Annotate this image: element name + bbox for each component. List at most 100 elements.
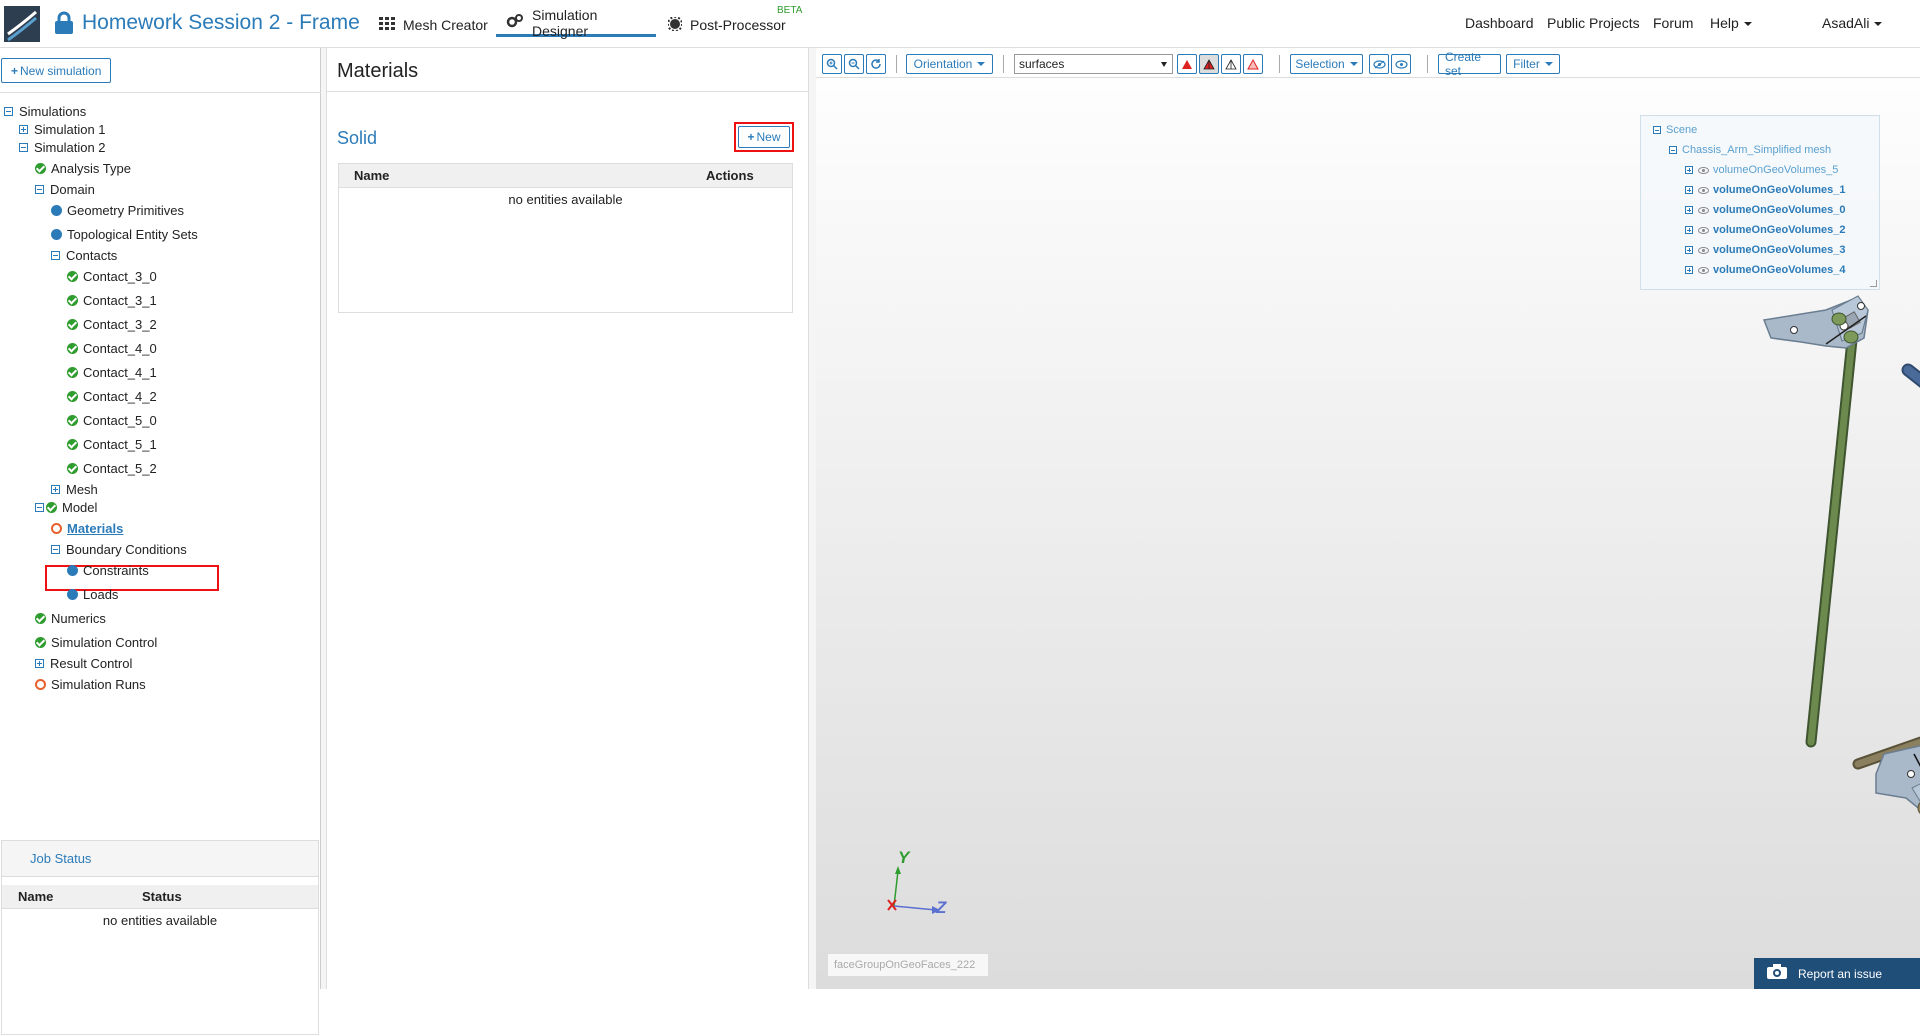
new-material-button[interactable]: + New bbox=[738, 126, 790, 148]
eye-icon[interactable] bbox=[1698, 186, 1709, 194]
tree-contact-item[interactable]: Contact_3_0 bbox=[67, 266, 157, 286]
gears-icon bbox=[506, 13, 524, 32]
expand-icon[interactable] bbox=[1685, 266, 1693, 274]
scene-root[interactable]: Scene bbox=[1653, 124, 1697, 136]
tree-boundary-conditions[interactable]: Boundary Conditions bbox=[51, 539, 187, 559]
collapse-icon[interactable] bbox=[1669, 146, 1677, 154]
collapse-icon[interactable] bbox=[51, 250, 60, 260]
tree-numerics[interactable]: Numerics bbox=[35, 608, 106, 628]
tree-model[interactable]: Model bbox=[35, 497, 97, 517]
tree-contact-item[interactable]: Contact_3_2 bbox=[67, 314, 157, 334]
col-name: Name bbox=[18, 889, 54, 904]
tree-label: Contact_3_2 bbox=[83, 316, 157, 332]
expand-icon[interactable] bbox=[35, 658, 44, 668]
divider bbox=[0, 92, 321, 93]
help-label: Help bbox=[1710, 15, 1739, 31]
3d-viewer[interactable]: Orientation surfaces Selection Create se… bbox=[816, 48, 1920, 989]
tree-simulations[interactable]: Simulations bbox=[4, 101, 86, 121]
scene-tree: Scene Chassis_Arm_Simplified mesh volume… bbox=[1640, 115, 1880, 290]
help-menu[interactable]: Help bbox=[1710, 15, 1752, 31]
plus-icon: + bbox=[11, 63, 19, 78]
tree-materials[interactable]: Materials bbox=[51, 518, 123, 538]
collapse-icon[interactable] bbox=[51, 544, 60, 554]
tree-mesh[interactable]: Mesh bbox=[51, 479, 98, 499]
expand-icon[interactable] bbox=[1685, 166, 1693, 174]
panel-splitter[interactable] bbox=[808, 48, 816, 989]
tree-label: Mesh bbox=[66, 481, 98, 497]
scene-volume[interactable]: volumeOnGeoVolumes_0 bbox=[1685, 204, 1845, 216]
eye-icon[interactable] bbox=[1698, 226, 1709, 234]
user-menu[interactable]: AsadAli bbox=[1822, 15, 1883, 31]
expand-icon[interactable] bbox=[1685, 246, 1693, 254]
report-issue-button[interactable]: Report an issue bbox=[1754, 958, 1920, 989]
tab-simulation-designer[interactable]: Simulation Designer bbox=[496, 7, 656, 39]
status-dot-icon bbox=[67, 564, 78, 576]
collapse-icon[interactable] bbox=[1653, 126, 1661, 134]
eye-icon[interactable] bbox=[1698, 266, 1709, 274]
tree-label: Contact_3_0 bbox=[83, 268, 157, 284]
scene-mesh[interactable]: Chassis_Arm_Simplified mesh bbox=[1669, 144, 1831, 156]
scene-volume[interactable]: volumeOnGeoVolumes_4 bbox=[1685, 264, 1845, 276]
tree-contact-item[interactable]: Contact_5_0 bbox=[67, 410, 157, 430]
top-navbar: Homework Session 2 - Frame Mesh Creator … bbox=[0, 0, 1920, 48]
expand-icon[interactable] bbox=[1685, 206, 1693, 214]
eye-icon[interactable] bbox=[1698, 166, 1709, 174]
tree-simulation-control[interactable]: Simulation Control bbox=[35, 632, 157, 652]
table-empty: no entities available bbox=[508, 192, 623, 207]
scene-label: volumeOnGeoVolumes_1 bbox=[1713, 184, 1846, 196]
tree-contact-item[interactable]: Contact_4_0 bbox=[67, 338, 157, 358]
plus-icon: + bbox=[747, 130, 755, 144]
tree-contact-item[interactable]: Contact_5_2 bbox=[67, 458, 157, 478]
tree-constraints[interactable]: Constraints bbox=[67, 560, 149, 580]
tree-analysis-type[interactable]: Analysis Type bbox=[35, 158, 131, 178]
tree-simulation-2[interactable]: Simulation 2 bbox=[19, 137, 106, 157]
tree-label: Model bbox=[62, 499, 98, 515]
resize-handle[interactable] bbox=[1870, 280, 1877, 287]
eye-icon[interactable] bbox=[1698, 206, 1709, 214]
forum-link[interactable]: Forum bbox=[1653, 15, 1693, 31]
tree-label: Materials bbox=[67, 520, 124, 536]
status-dot-icon bbox=[51, 204, 62, 216]
project-title: Homework Session 2 - Frame bbox=[82, 11, 360, 34]
tree-contact-item[interactable]: Contact_5_1 bbox=[67, 434, 157, 454]
tab-label: Simulation Designer bbox=[532, 6, 598, 39]
dashboard-link[interactable]: Dashboard bbox=[1465, 15, 1534, 31]
tab-post-processor[interactable]: Post-Processor bbox=[667, 14, 786, 36]
tree-domain[interactable]: Domain bbox=[35, 179, 95, 199]
scene-volume[interactable]: volumeOnGeoVolumes_2 bbox=[1685, 224, 1845, 236]
tree-contact-item[interactable]: Contact_4_2 bbox=[67, 386, 157, 406]
simscale-logo[interactable] bbox=[4, 6, 42, 44]
tree-loads[interactable]: Loads bbox=[67, 584, 118, 604]
collapse-icon[interactable] bbox=[35, 502, 44, 512]
tree-contact-item[interactable]: Contact_3_1 bbox=[67, 290, 157, 310]
tab-mesh-creator[interactable]: Mesh Creator bbox=[379, 14, 488, 36]
tree-label: Simulation Runs bbox=[51, 676, 146, 692]
job-table-header: Name Status bbox=[2, 885, 318, 909]
tree-contact-item[interactable]: Contact_4_1 bbox=[67, 362, 157, 382]
tree-contacts[interactable]: Contacts bbox=[51, 245, 117, 265]
expand-icon[interactable] bbox=[1685, 226, 1693, 234]
collapse-icon[interactable] bbox=[19, 142, 28, 152]
scene-volume[interactable]: volumeOnGeoVolumes_3 bbox=[1685, 244, 1845, 256]
collapse-icon[interactable] bbox=[35, 184, 44, 194]
expand-icon[interactable] bbox=[51, 484, 60, 494]
collapse-icon[interactable] bbox=[4, 106, 13, 116]
tree-topological-entity-sets[interactable]: Topological Entity Sets bbox=[51, 224, 198, 244]
scene-volume[interactable]: volumeOnGeoVolumes_5 bbox=[1685, 164, 1838, 176]
public-projects-link[interactable]: Public Projects bbox=[1547, 15, 1640, 31]
tree-simulation-runs[interactable]: Simulation Runs bbox=[35, 674, 146, 694]
tree-result-control[interactable]: Result Control bbox=[35, 653, 132, 673]
tree-simulation-1[interactable]: Simulation 1 bbox=[19, 119, 106, 139]
new-simulation-button[interactable]: + New simulation bbox=[1, 58, 112, 83]
scene-label: volumeOnGeoVolumes_5 bbox=[1713, 164, 1839, 176]
scene-label: volumeOnGeoVolumes_4 bbox=[1713, 264, 1846, 276]
tree-geometry-primitives[interactable]: Geometry Primitives bbox=[51, 200, 184, 220]
eye-icon[interactable] bbox=[1698, 246, 1709, 254]
section-title: Solid bbox=[337, 128, 378, 148]
scene-volume[interactable]: volumeOnGeoVolumes_1 bbox=[1685, 184, 1845, 196]
expand-icon[interactable] bbox=[1685, 186, 1693, 194]
tree-label: Simulations bbox=[19, 103, 87, 119]
tab-label: Post-Processor bbox=[690, 17, 786, 33]
expand-icon[interactable] bbox=[19, 124, 28, 134]
scene-label: Scene bbox=[1666, 124, 1698, 136]
